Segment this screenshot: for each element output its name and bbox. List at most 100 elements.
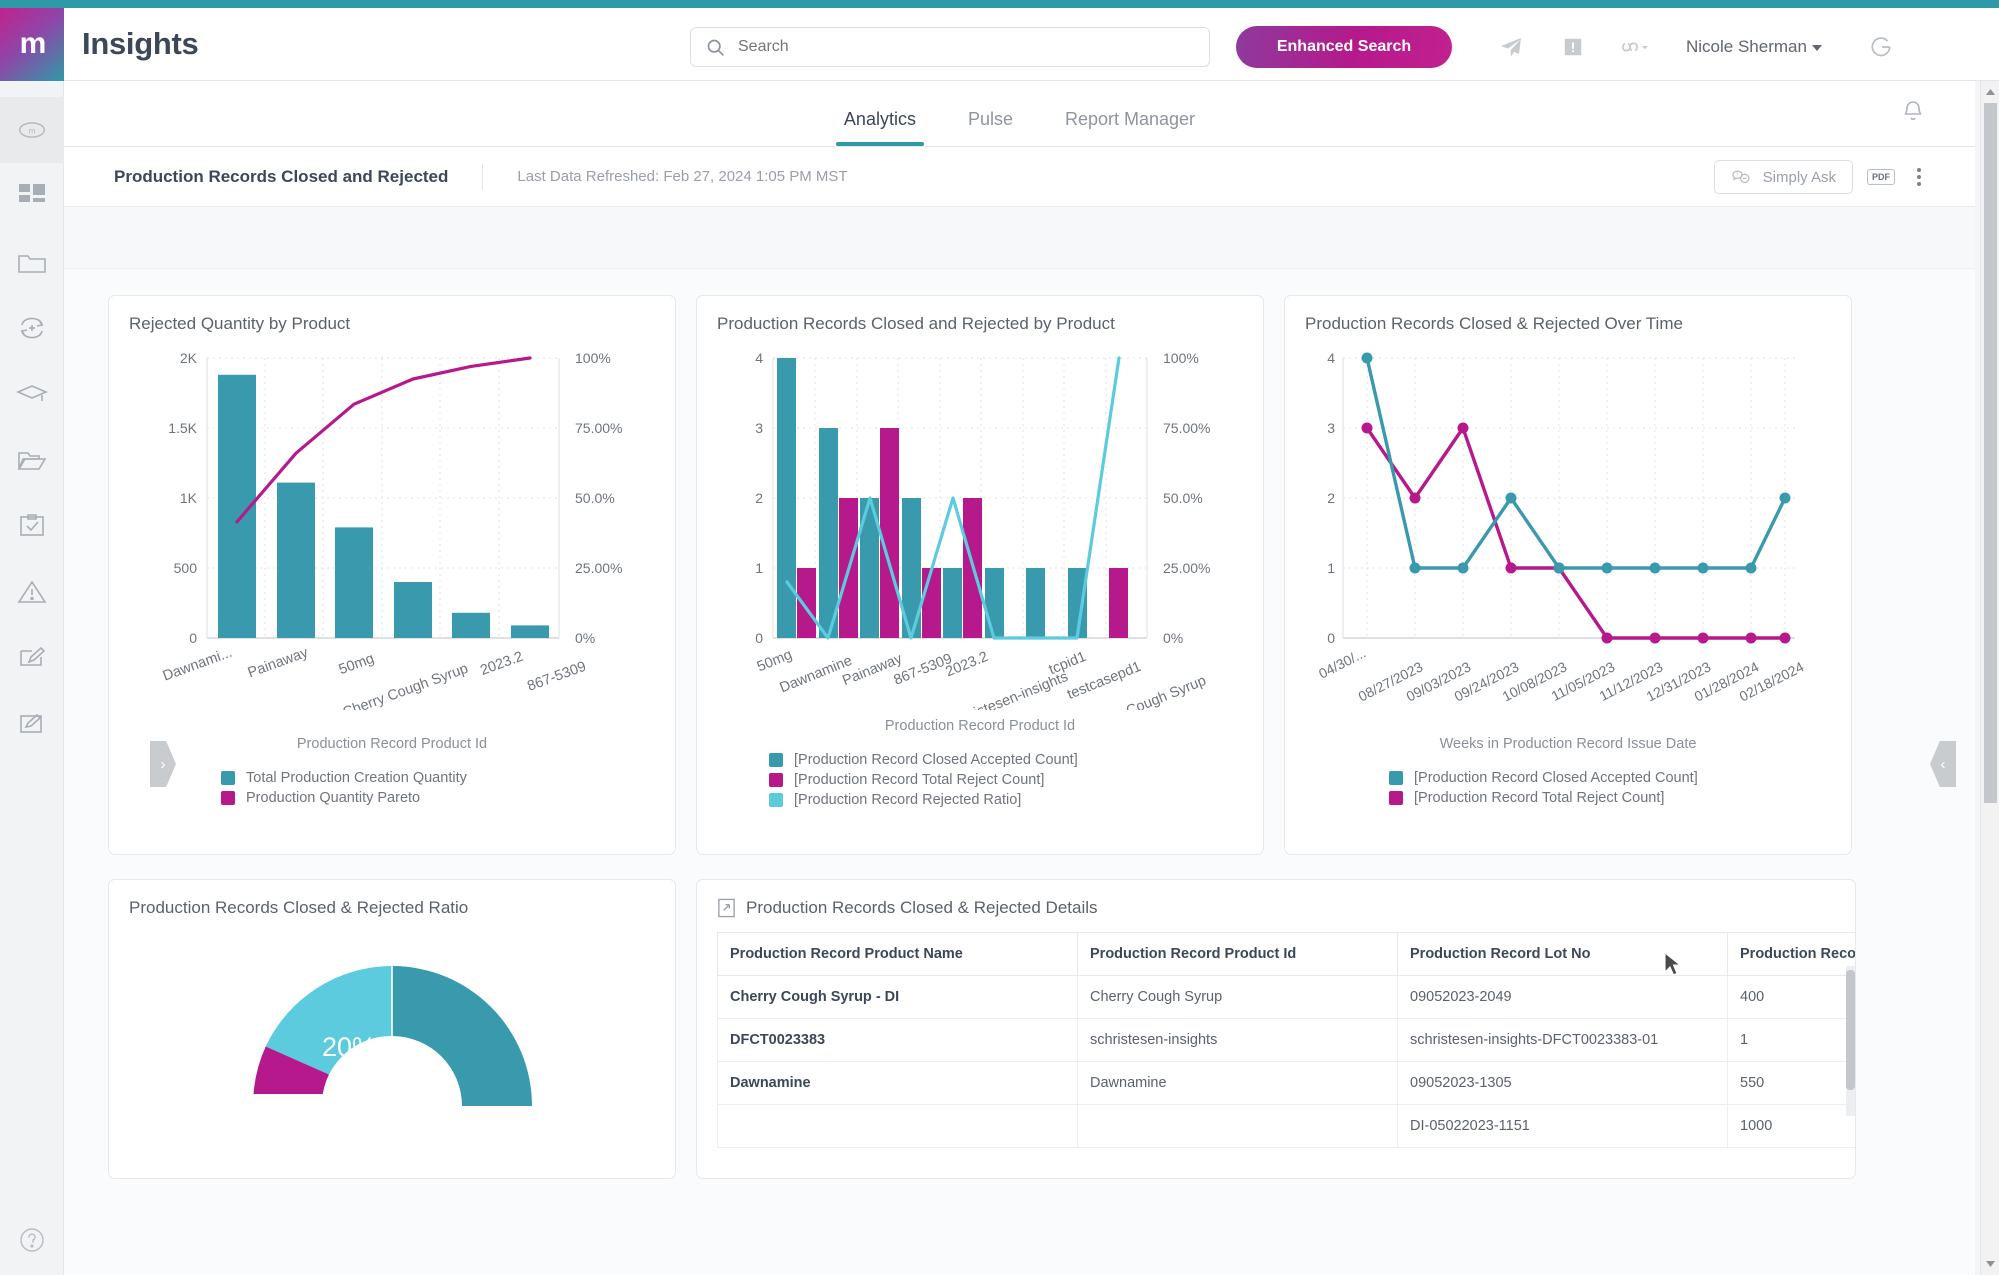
user-name-label: Nicole Sherman bbox=[1686, 37, 1807, 56]
enhanced-search-button[interactable]: Enhanced Search bbox=[1236, 26, 1452, 68]
widget-details-table[interactable]: Production Records Closed & Rejected Det… bbox=[696, 879, 1856, 1179]
tab-pulse[interactable]: Pulse bbox=[942, 109, 1039, 146]
divider bbox=[482, 163, 484, 190]
cell-product-id: Dawnamine bbox=[1077, 1061, 1398, 1105]
logout-icon[interactable] bbox=[1850, 26, 1912, 68]
chart-legend: [Production Record Closed Accepted Count… bbox=[717, 752, 1243, 808]
svg-text:867-5309: 867-5309 bbox=[525, 659, 588, 695]
legend-item[interactable]: [Production Record Closed Accepted Count… bbox=[1389, 770, 1698, 786]
svg-text:100%: 100% bbox=[575, 350, 611, 366]
table-row[interactable]: DFCT0023383 schristesen-insights schrist… bbox=[717, 1018, 1855, 1062]
tab-analytics[interactable]: Analytics bbox=[818, 109, 942, 146]
sidebar-item-dashboard[interactable] bbox=[0, 163, 64, 229]
widget-title: Production Records Closed and Rejected b… bbox=[717, 314, 1115, 333]
svg-text:25.00%: 25.00% bbox=[575, 560, 622, 576]
sidebar-item-folders[interactable] bbox=[0, 229, 64, 295]
app-header: m Insights Enhanced Search Nicole Sherma… bbox=[0, 7, 1999, 81]
header-icon-group: Nicole Sherman bbox=[1480, 26, 1912, 68]
sidebar-item-home[interactable]: m bbox=[0, 97, 64, 163]
legend-item[interactable]: [Production Record Total Reject Count] bbox=[1389, 790, 1664, 806]
svg-text:0: 0 bbox=[755, 630, 763, 646]
details-table-scroll[interactable]: Production Record Product Name Productio… bbox=[717, 932, 1855, 1148]
table-row[interactable]: Cherry Cough Syrup - DI Cherry Cough Syr… bbox=[717, 975, 1855, 1019]
scroll-thumb[interactable] bbox=[1984, 103, 1997, 803]
sidebar-item-sync[interactable] bbox=[0, 295, 64, 361]
sidebar-item-authoring[interactable] bbox=[0, 691, 64, 757]
send-icon[interactable] bbox=[1480, 26, 1542, 68]
last-refreshed-label: Last Data Refreshed: Feb 27, 2024 1:05 P… bbox=[517, 168, 848, 185]
dashboard-title-bar: Production Records Closed and Rejected L… bbox=[64, 147, 1975, 207]
report-icon bbox=[717, 898, 736, 918]
more-options-button[interactable] bbox=[1909, 162, 1929, 192]
app-logo[interactable]: m bbox=[0, 7, 64, 81]
legend-label: [Production Record Total Reject Count] bbox=[794, 772, 1045, 788]
filter-strip bbox=[64, 207, 1975, 269]
table-vertical-scrollbar[interactable] bbox=[1846, 966, 1855, 1116]
legend-label: Total Production Creation Quantity bbox=[246, 770, 467, 786]
col-product-name[interactable]: Production Record Product Name bbox=[717, 932, 1078, 976]
col-product-id[interactable]: Production Record Product Id bbox=[1077, 932, 1398, 976]
search-box[interactable] bbox=[690, 27, 1210, 67]
col-lot-no[interactable]: Production Record Lot No bbox=[1397, 932, 1728, 976]
cell-product-name: Dawnamine bbox=[717, 1061, 1078, 1105]
help-icon[interactable] bbox=[0, 1227, 64, 1253]
page-scrollbar[interactable] bbox=[1980, 81, 1999, 1275]
svg-text:3: 3 bbox=[1327, 420, 1335, 436]
sidebar-item-edit[interactable] bbox=[0, 625, 64, 691]
legend-item[interactable]: [Production Record Rejected Ratio] bbox=[769, 792, 1021, 808]
scroll-up-arrow-icon[interactable] bbox=[1981, 81, 1999, 103]
widget-closed-rejected-ratio[interactable]: Production Records Closed & Rejected Rat… bbox=[108, 879, 676, 1179]
x-axis-label: Weeks in Production Record Issue Date bbox=[1439, 736, 1697, 752]
user-menu[interactable]: Nicole Sherman bbox=[1686, 37, 1822, 57]
svg-text:75.00%: 75.00% bbox=[1163, 420, 1210, 436]
svg-text:0%: 0% bbox=[1163, 630, 1183, 646]
widget-title: Production Records Closed & Rejected Ove… bbox=[1305, 314, 1683, 333]
col-production-rec[interactable]: Production Reco bbox=[1727, 932, 1855, 976]
search-input[interactable] bbox=[738, 38, 1195, 56]
link-icon[interactable] bbox=[1604, 26, 1666, 68]
export-pdf-button[interactable]: PDF bbox=[1867, 169, 1895, 185]
svg-text:100%: 100% bbox=[1163, 350, 1199, 366]
scroll-down-arrow-icon[interactable] bbox=[1981, 1253, 1999, 1275]
legend-item[interactable]: Production Quantity Pareto bbox=[221, 790, 420, 806]
sidebar-item-documents[interactable] bbox=[0, 427, 64, 493]
dashboard-actions: ? Simply Ask PDF bbox=[1713, 147, 1929, 207]
widget-closed-rejected-by-product[interactable]: Production Records Closed and Rejected b… bbox=[696, 295, 1264, 855]
app-title: Insights bbox=[82, 26, 199, 61]
legend-label: [Production Record Rejected Ratio] bbox=[794, 792, 1022, 808]
legend-label: [Production Record Total Reject Count] bbox=[1414, 790, 1665, 806]
svg-text:m: m bbox=[28, 127, 35, 136]
cell-product-id: Cherry Cough Syrup bbox=[1077, 975, 1398, 1019]
svg-text:1.5K: 1.5K bbox=[168, 420, 197, 436]
sidebar-item-training[interactable] bbox=[0, 361, 64, 427]
legend-label: [Production Record Closed Accepted Count… bbox=[794, 752, 1078, 768]
table-row[interactable]: DI-05022023-1151 1000 bbox=[717, 1104, 1855, 1148]
alert-icon[interactable] bbox=[1542, 26, 1604, 68]
legend-item[interactable]: Total Production Creation Quantity bbox=[221, 770, 467, 786]
legend-item[interactable]: [Production Record Total Reject Count] bbox=[769, 772, 1044, 788]
svg-text:tcpid1: tcpid1 bbox=[1047, 649, 1089, 678]
widget-closed-rejected-over-time[interactable]: Production Records Closed & Rejected Ove… bbox=[1284, 295, 1852, 855]
chart-pareto: 2K 1.5K 1K 500 0 100% 75.00% 50.0% 25.00% 0% bbox=[129, 340, 655, 710]
chart-legend: [Production Record Closed Accepted Count… bbox=[1305, 770, 1831, 806]
svg-text:4: 4 bbox=[1327, 350, 1335, 366]
legend-item[interactable]: [Production Record Closed Accepted Count… bbox=[769, 752, 1078, 768]
svg-text:500: 500 bbox=[174, 560, 198, 576]
cell-product-name: Cherry Cough Syrup - DI bbox=[717, 975, 1078, 1019]
svg-text:1K: 1K bbox=[180, 490, 198, 506]
notifications-bell-icon[interactable] bbox=[1901, 97, 1925, 123]
svg-text:25.00%: 25.00% bbox=[1163, 560, 1210, 576]
sidebar-item-deviations[interactable] bbox=[0, 559, 64, 625]
chart-grouped-bars: 43 210 100% 75.00% 50.0% 25.00% 0% 50mg … bbox=[717, 340, 1243, 710]
legend-swatch bbox=[221, 771, 235, 785]
chart-donut: 20% bbox=[129, 936, 655, 1126]
widget-rejected-quantity-by-product[interactable]: Rejected Quantity by Product 2K 1.5K 1K … bbox=[108, 295, 676, 855]
grouped-bars-svg: 43 210 100%75.00% 50.0%25.00%0% 50mg Daw… bbox=[755, 350, 1211, 710]
tab-report-manager[interactable]: Report Manager bbox=[1039, 109, 1221, 146]
x-axis-label: Production Record Product Id bbox=[296, 736, 488, 752]
sidebar-item-tasks[interactable] bbox=[0, 493, 64, 559]
table-row[interactable]: Dawnamine Dawnamine 09052023-1305 550 bbox=[717, 1061, 1855, 1105]
simply-ask-button[interactable]: ? Simply Ask bbox=[1713, 160, 1853, 194]
svg-text:2023.2: 2023.2 bbox=[478, 649, 525, 679]
cell-qty: 1000 bbox=[1727, 1104, 1855, 1148]
